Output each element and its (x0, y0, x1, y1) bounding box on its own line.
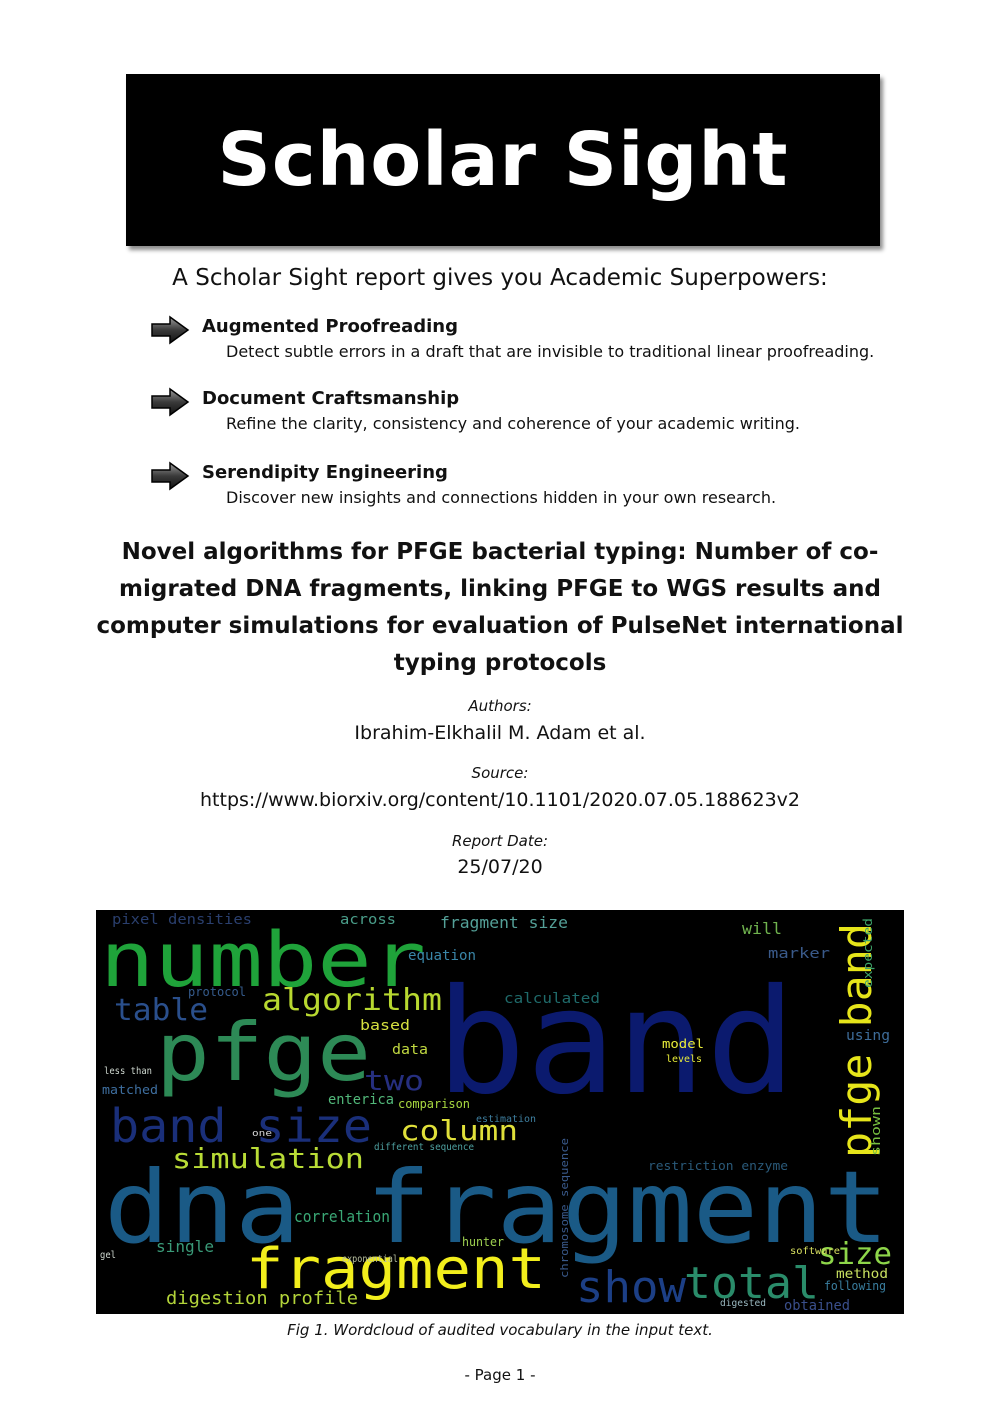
wordcloud-word: protocol (188, 985, 246, 999)
feature-description: Refine the clarity, consistency and cohe… (226, 414, 800, 433)
authors-label: Authors: (468, 697, 532, 715)
wordcloud-word: using (846, 1028, 890, 1044)
wordcloud-word: pixel densities (112, 912, 252, 928)
wordcloud-word: single (156, 1237, 214, 1256)
wordcloud-word: matched (102, 1083, 158, 1097)
banner-title: Scholar Sight (217, 117, 789, 203)
source-label: Source: (471, 764, 529, 782)
feature-description: Detect subtle errors in a draft that are… (226, 342, 875, 361)
feature-title: Document Craftsmanship (202, 388, 460, 409)
arrow-right-icon (151, 387, 190, 417)
wordcloud-word: model (662, 1037, 704, 1051)
wordcloud-word: digested (720, 1298, 766, 1309)
wordcloud-word: estimation (476, 1114, 536, 1125)
arrow-right-icon (151, 461, 190, 491)
wordcloud-word: algorithm (262, 983, 442, 1018)
wordcloud-word: expected (861, 918, 875, 988)
report-date: 25/07/20 (457, 856, 543, 878)
wordcloud-word: equation (408, 948, 476, 964)
arrow-right-icon (151, 315, 190, 345)
wordcloud-word: across (340, 912, 396, 928)
authors: Ibrahim-Elkhalil M. Adam et al. (354, 722, 646, 744)
source-url: https://www.biorxiv.org/content/10.1101/… (200, 789, 800, 811)
wordcloud-word: hunter (462, 1235, 504, 1249)
wordcloud: banddna fragmentnumberpfgefragmentpfge b… (100, 912, 892, 1314)
wordcloud-word: obtained (784, 1298, 850, 1314)
feature-description: Discover new insights and connections hi… (226, 488, 777, 507)
wordcloud-word: fragment size (440, 913, 568, 932)
feature-title: Serendipity Engineering (202, 462, 448, 483)
tagline: A Scholar Sight report gives you Academi… (172, 265, 828, 291)
feature-title: Augmented Proofreading (202, 316, 458, 337)
page-number: - Page 1 - (464, 1366, 536, 1384)
wordcloud-word: enterica (328, 1092, 394, 1108)
wordcloud-word: comparison (398, 1097, 470, 1111)
wordcloud-word: gel (100, 1250, 116, 1261)
wordcloud-figure: band dna fragment number pfge fragment pfge b… (96, 910, 904, 1314)
wordcloud-word: less than (104, 1066, 152, 1077)
wordcloud-word: chromosome sequence (558, 1138, 571, 1278)
wordcloud-word: show (576, 1262, 687, 1313)
paper-title: Novel algorithms for PFGE bacterial typi… (96, 539, 904, 676)
wordcloud-word: shown (869, 1106, 883, 1156)
wordcloud-word: levels (666, 1054, 702, 1065)
figure-caption: Fig 1. Wordcloud of audited vocabulary i… (287, 1321, 713, 1339)
wordcloud-word: data (392, 1042, 428, 1058)
wordcloud-word: band (436, 958, 796, 1127)
wordcloud-word: exponential (342, 1254, 398, 1265)
wordcloud-word: restriction enzyme (648, 1159, 788, 1173)
wordcloud-word: based (360, 1018, 410, 1034)
wordcloud-word: marker (768, 946, 830, 962)
wordcloud-word: will (742, 919, 782, 938)
wordcloud-word: following (824, 1279, 886, 1293)
wordcloud-word: digestion profile (166, 1288, 358, 1309)
wordcloud-word: software (790, 1246, 840, 1257)
wordcloud-word: calculated (504, 991, 600, 1007)
report-date-label: Report Date: (451, 832, 549, 850)
wordcloud-word: one (252, 1129, 272, 1139)
wordcloud-word: correlation (294, 1207, 390, 1226)
banner: Scholar Sight (126, 74, 880, 246)
wordcloud-word: simulation (172, 1142, 364, 1175)
wordcloud-word: different sequence (374, 1142, 474, 1153)
